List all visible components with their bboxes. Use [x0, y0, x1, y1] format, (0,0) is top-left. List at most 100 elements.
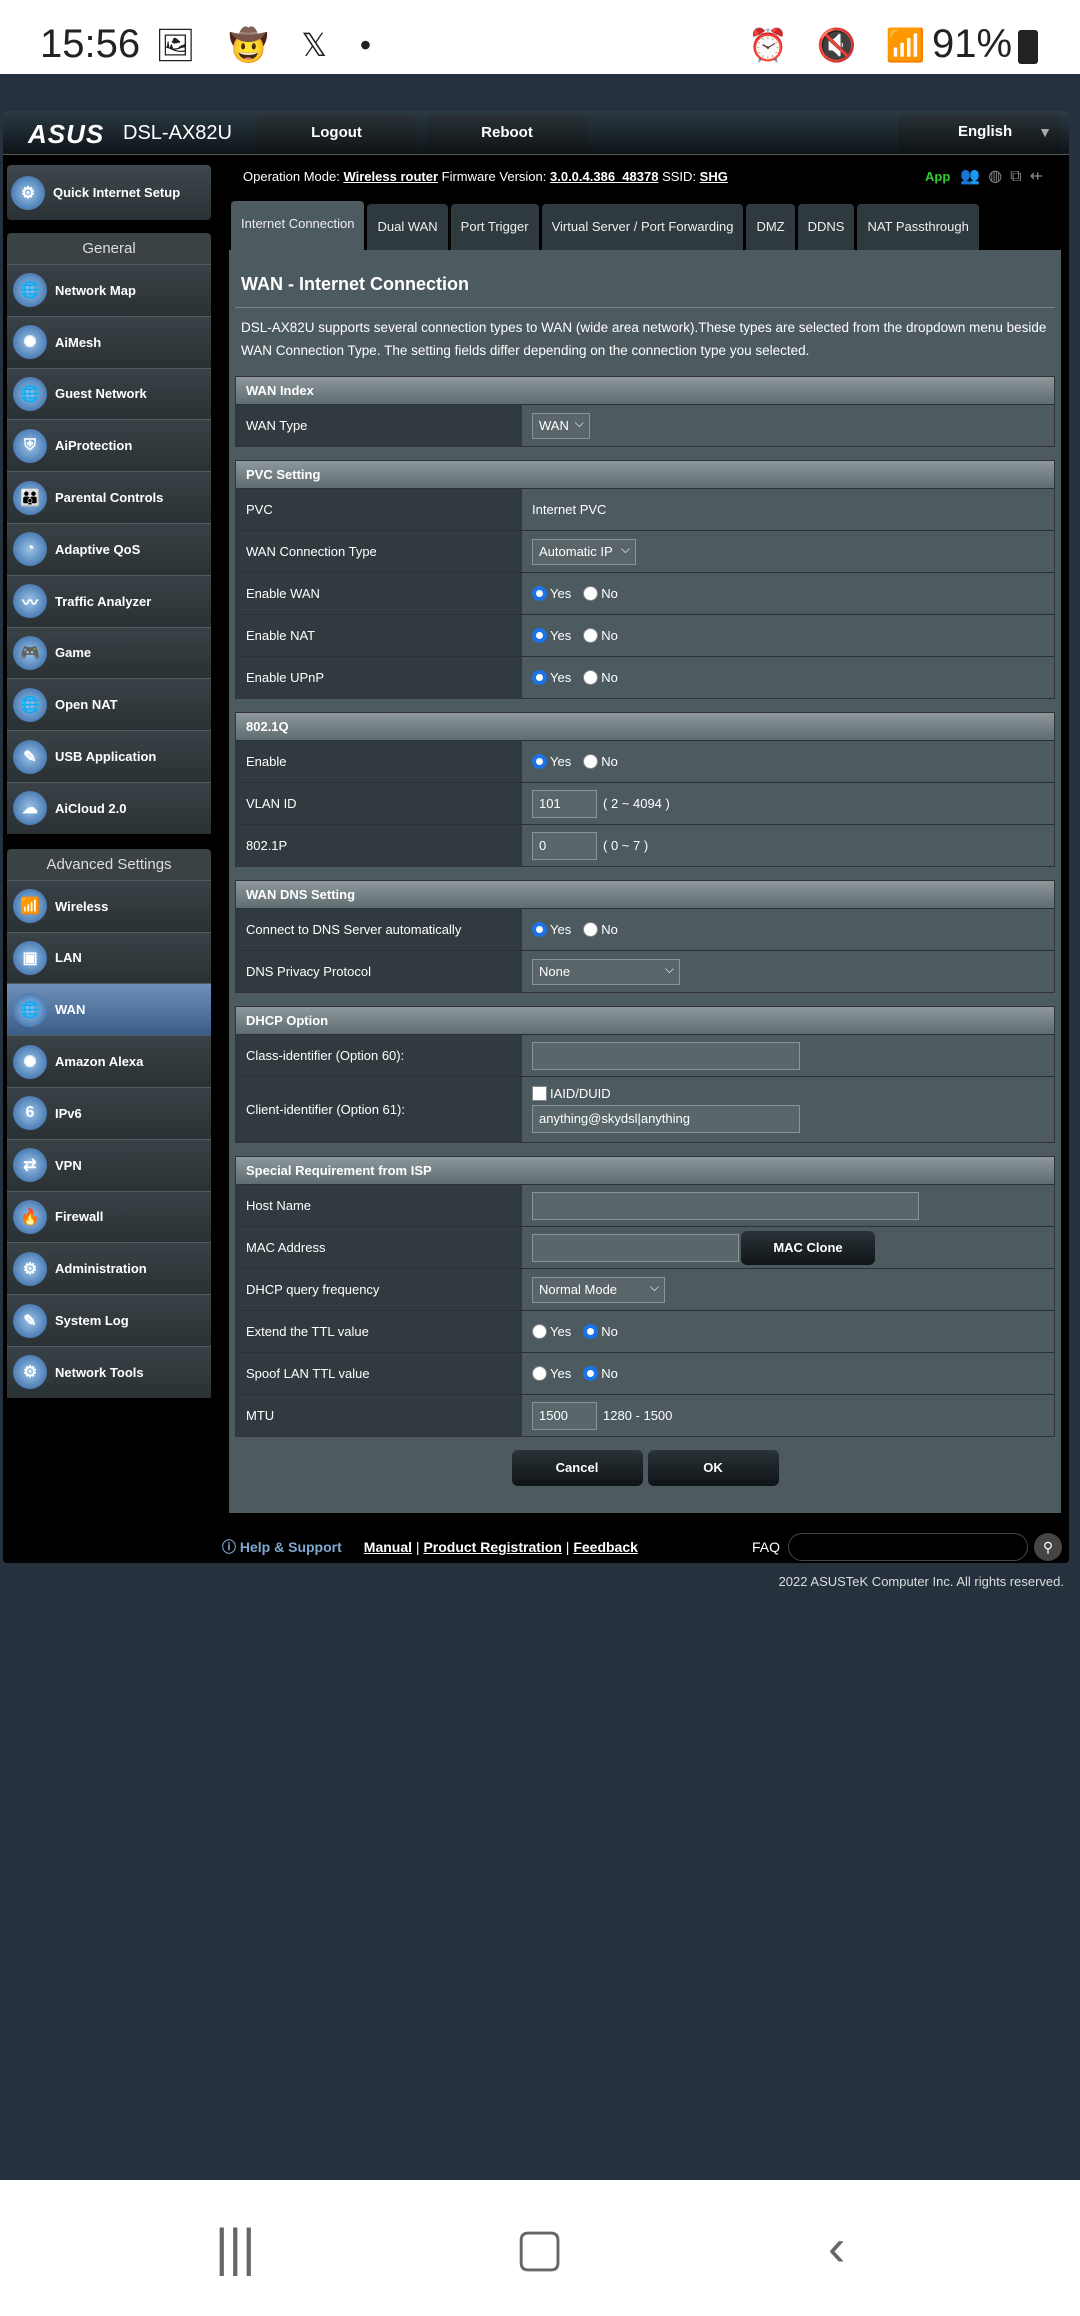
radio-button[interactable] [583, 1324, 599, 1339]
sidebar-item-network-map[interactable]: 🌐 Network Map [7, 264, 211, 316]
sidebar-item-system-log[interactable]: ✎ System Log [7, 1294, 211, 1346]
radio-button[interactable] [583, 922, 599, 937]
dns-auto-no-radio[interactable]: No [583, 922, 618, 937]
app-link[interactable]: App [925, 169, 950, 184]
op-mode-link[interactable]: Wireless router [343, 169, 438, 184]
sidebar-item-parental-controls[interactable]: 👪 Parental Controls [7, 471, 211, 523]
enable-wan-no-radio[interactable]: No [583, 586, 618, 601]
sidebar-item-aiprotection[interactable]: ⛨ AiProtection [7, 419, 211, 472]
client-identifier-input[interactable]: anything@skydsl|anything [532, 1105, 800, 1133]
sidebar-item-adaptive-qos[interactable]: ◔ Adaptive QoS [7, 522, 211, 575]
sidebar-item-ipv6[interactable]: 6 IPv6 [7, 1086, 211, 1139]
wan-type-select[interactable]: WAN [532, 411, 590, 439]
sidebar-item-wireless[interactable]: 📶 Wireless [7, 879, 211, 932]
sidebar-item-label: Adaptive QoS [55, 541, 141, 557]
vlan-id-input[interactable]: 101 [532, 789, 597, 818]
sidebar-item-lan[interactable]: ▣ LAN [7, 931, 211, 984]
row-enable-upnp: Enable UPnP Yes No [236, 656, 1054, 698]
sidebar-item-aicloud-2-0[interactable]: ☁ AiCloud 2.0 [7, 781, 211, 834]
enable-nat-yes-radio[interactable]: Yes [532, 628, 571, 643]
section-heading: PVC Setting [236, 461, 1054, 488]
firmware-link[interactable]: 3.0.0.4.386_48378 [550, 169, 658, 184]
dns-privacy-select[interactable]: None [532, 957, 680, 985]
mtu-input[interactable]: 1500 [532, 1401, 597, 1430]
radio-button[interactable] [583, 670, 599, 685]
radio-button[interactable] [583, 628, 599, 643]
tab-ddns[interactable]: DDNS [797, 204, 855, 250]
dhcp-freq-select[interactable]: Normal Mode [532, 1275, 665, 1303]
mac-input[interactable] [532, 1233, 739, 1262]
radio-button[interactable] [532, 1324, 547, 1339]
tab-dual-wan[interactable]: Dual WAN [367, 204, 448, 250]
tab-internet-connection[interactable]: Internet Connection [231, 201, 365, 250]
row-enable-wan: Enable WAN Yes No [236, 572, 1054, 614]
usb-icon[interactable]: ⇷ [1030, 168, 1051, 185]
radio-button[interactable] [583, 754, 599, 769]
ttl-no-radio[interactable]: No [583, 1324, 618, 1339]
radio-button[interactable] [532, 670, 547, 685]
vlan-enable-no-radio[interactable]: No [583, 754, 618, 769]
tab-nat-passthrough[interactable]: NAT Passthrough [857, 204, 979, 250]
sidebar-item-aimesh[interactable]: ✺ AiMesh [7, 315, 211, 368]
cancel-button[interactable]: Cancel [511, 1450, 643, 1486]
radio-button[interactable] [532, 628, 547, 643]
logout-button[interactable]: Logout [256, 114, 417, 152]
sidebar-item-network-tools[interactable]: ⚙ Network Tools [7, 1345, 211, 1398]
sidebar-item-amazon-alexa[interactable]: ✺ Amazon Alexa [7, 1035, 211, 1087]
ttl-yes-radio[interactable]: Yes [532, 1324, 571, 1339]
tab-dmz[interactable]: DMZ [746, 204, 795, 250]
sidebar-item-wan[interactable]: 🌐 WAN [7, 983, 211, 1036]
tab-port-trigger[interactable]: Port Trigger [450, 204, 539, 250]
devices-icon[interactable]: ⧉ [1010, 168, 1029, 185]
sidebar-item-administration[interactable]: ⚙ Administration [7, 1242, 211, 1295]
internet-globe-icon[interactable]: ◍ [988, 168, 1010, 185]
conn-type-select[interactable]: Automatic IP [532, 537, 636, 565]
clients-icon[interactable]: 👥 [960, 168, 988, 185]
tab-virtual-server-port-forwarding[interactable]: Virtual Server / Port Forwarding [541, 204, 744, 250]
search-icon[interactable]: ⚲ [1034, 1533, 1062, 1561]
radio-button[interactable] [532, 1366, 547, 1381]
sidebar-item-usb-application[interactable]: ✎ USB Application [7, 730, 211, 782]
section-heading: WAN Index [236, 377, 1054, 404]
sidebar-item-vpn[interactable]: ⇄ VPN [7, 1138, 211, 1191]
recents-icon[interactable]: ||| [215, 2218, 256, 2278]
p8021p-input[interactable]: 0 [532, 831, 597, 860]
sidebar-item-traffic-analyzer[interactable]: 〰 Traffic Analyzer [7, 574, 211, 627]
help-support[interactable]: ⓘ Help & Support [222, 1537, 342, 1557]
spoof-ttl-no-radio[interactable]: No [583, 1366, 618, 1381]
product-registration-link[interactable]: Product Registration [423, 1539, 561, 1555]
radio-button[interactable] [583, 1366, 599, 1381]
hostname-input[interactable] [532, 1191, 919, 1220]
iaid-duid-checkbox[interactable]: IAID/DUID [532, 1086, 611, 1101]
sidebar-item-guest-network[interactable]: 🌐 Guest Network [7, 367, 211, 420]
vlan-enable-yes-radio[interactable]: Yes [532, 754, 571, 769]
home-icon[interactable]: ▢ [515, 2218, 564, 2278]
reboot-button[interactable]: Reboot [427, 114, 587, 152]
quick-internet-setup[interactable]: ⚙ Quick Internet Setup [7, 165, 211, 220]
enable-nat-no-radio[interactable]: No [583, 628, 618, 643]
mac-clone-button[interactable]: MAC Clone [741, 1230, 875, 1265]
ok-button[interactable]: OK [647, 1450, 779, 1486]
opt60-input[interactable] [532, 1041, 800, 1070]
sidebar-item-game[interactable]: 🎮 Game [7, 626, 211, 679]
sidebar-item-open-nat[interactable]: 🌐 Open NAT [7, 678, 211, 731]
checkbox[interactable] [532, 1086, 547, 1101]
section-wan-index: WAN Index WAN Type WAN [235, 376, 1055, 447]
enable-upnp-yes-radio[interactable]: Yes [532, 670, 571, 685]
sidebar-item-firewall[interactable]: 🔥 Firewall [7, 1190, 211, 1243]
enable-upnp-no-radio[interactable]: No [583, 670, 618, 685]
sidebar-item-label: Traffic Analyzer [55, 593, 152, 609]
enable-wan-yes-radio[interactable]: Yes [532, 586, 571, 601]
radio-button[interactable] [532, 586, 547, 601]
radio-button[interactable] [532, 754, 547, 769]
spoof-ttl-yes-radio[interactable]: Yes [532, 1366, 571, 1381]
dns-auto-yes-radio[interactable]: Yes [532, 922, 571, 937]
feedback-link[interactable]: Feedback [573, 1539, 638, 1555]
language-select[interactable]: English ▼ [898, 114, 1060, 150]
ssid-link[interactable]: SHG [700, 169, 728, 184]
faq-search-input[interactable] [788, 1533, 1028, 1561]
radio-button[interactable] [532, 922, 547, 937]
back-icon[interactable]: ‹ [828, 2218, 845, 2278]
radio-button[interactable] [583, 586, 599, 601]
manual-link[interactable]: Manual [364, 1539, 412, 1555]
